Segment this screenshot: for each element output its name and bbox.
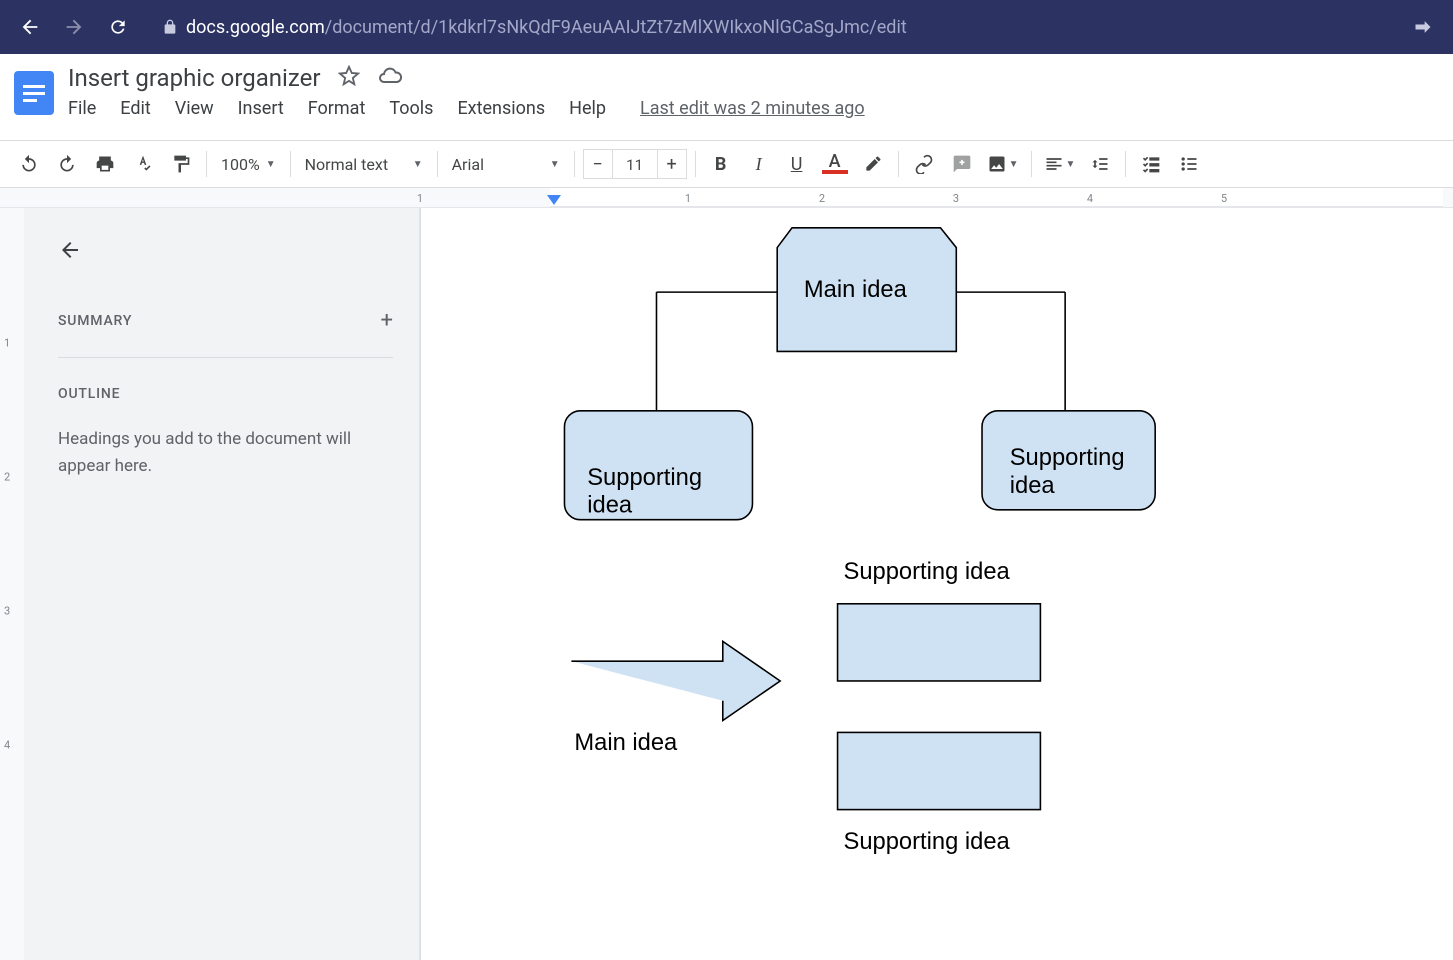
align-button[interactable]: ▼ (1040, 147, 1080, 181)
paint-format-button[interactable] (164, 147, 198, 181)
browser-back-button[interactable] (12, 9, 48, 45)
text-color-button[interactable]: A (818, 147, 852, 181)
shape-rect-top[interactable] (838, 604, 1041, 681)
bulleted-list-button[interactable] (1172, 147, 1206, 181)
drawing-canvas[interactable]: Main idea Supporting idea Supporting ide… (421, 208, 1453, 960)
zoom-value: 100% (221, 155, 260, 174)
ruler-number: 1 (4, 337, 10, 350)
increase-font-size-button[interactable]: + (657, 149, 687, 179)
outline-sidebar: SUMMARY + OUTLINE Headings you add to th… (24, 208, 420, 960)
font-family-value: Arial (452, 155, 484, 174)
summary-heading: SUMMARY (58, 313, 132, 329)
chevron-down-icon: ▼ (1066, 159, 1076, 170)
menu-tools[interactable]: Tools (389, 98, 433, 119)
paragraph-style-value: Normal text (305, 155, 388, 174)
browser-forward-button[interactable] (56, 9, 92, 45)
shape-text-supporting-left: Supporting (587, 465, 702, 491)
address-bar[interactable]: docs.google.com/document/d/1kdkrl7sNkQdF… (162, 17, 907, 38)
menu-view[interactable]: View (175, 98, 214, 119)
vertical-ruler[interactable]: 1 2 3 4 (0, 208, 24, 960)
menu-insert[interactable]: Insert (238, 98, 284, 119)
browser-reload-button[interactable] (100, 9, 136, 45)
chevron-down-icon: ▼ (1009, 159, 1019, 170)
label-main-idea-2: Main idea (574, 730, 678, 756)
outline-heading: OUTLINE (58, 386, 393, 402)
cloud-saved-icon[interactable] (378, 64, 402, 92)
zoom-dropdown[interactable]: 100% ▼ (215, 155, 282, 174)
spellcheck-button[interactable] (126, 147, 160, 181)
ruler-number: 3 (4, 605, 10, 618)
chevron-down-icon: ▼ (550, 159, 560, 170)
horizontal-ruler[interactable]: 1 1 2 3 4 5 (0, 188, 1453, 208)
url-text: docs.google.com/document/d/1kdkrl7sNkQdF… (186, 17, 907, 38)
indent-marker-icon[interactable] (547, 195, 561, 208)
bold-button[interactable]: B (704, 147, 738, 181)
page-area: Main idea Supporting idea Supporting ide… (420, 208, 1453, 960)
outline-hint-text: Headings you add to the document will ap… (58, 426, 388, 480)
ruler-number: 1 (685, 192, 691, 205)
document-page[interactable]: Main idea Supporting idea Supporting ide… (420, 208, 1453, 960)
ruler-number: 3 (953, 192, 959, 205)
insert-image-button[interactable]: ▼ (983, 147, 1023, 181)
shape-text-supporting-right: Supporting (1010, 445, 1125, 471)
docs-logo[interactable] (12, 64, 56, 122)
ruler-number: 1 (417, 192, 423, 205)
document-title[interactable]: Insert graphic organizer (68, 64, 320, 92)
arrow-shape[interactable] (571, 641, 780, 720)
insert-link-button[interactable] (907, 147, 941, 181)
line-spacing-button[interactable] (1083, 147, 1117, 181)
ruler-number: 5 (1221, 192, 1227, 205)
lock-icon (162, 19, 178, 35)
decrease-font-size-button[interactable]: − (583, 149, 613, 179)
browser-toolbar: docs.google.com/document/d/1kdkrl7sNkQdF… (0, 0, 1453, 54)
ruler-number: 4 (4, 739, 10, 752)
menu-format[interactable]: Format (308, 98, 366, 119)
label-supporting-top: Supporting idea (843, 559, 1010, 585)
italic-button[interactable]: I (742, 147, 776, 181)
formatting-toolbar: 100% ▼ Normal text ▼ Arial ▼ − 11 + B I … (0, 140, 1453, 188)
underline-button[interactable]: U (780, 147, 814, 181)
add-comment-button[interactable] (945, 147, 979, 181)
browser-share-button[interactable] (1405, 9, 1441, 45)
add-summary-button[interactable]: + (381, 308, 393, 333)
shape-text-supporting-right-2: idea (1010, 473, 1056, 499)
shape-rect-bottom[interactable] (838, 732, 1041, 809)
star-icon[interactable] (338, 65, 360, 91)
menu-bar: File Edit View Insert Format Tools Exten… (68, 98, 865, 119)
chevron-down-icon: ▼ (413, 159, 423, 170)
checklist-button[interactable] (1134, 147, 1168, 181)
redo-button[interactable] (50, 147, 84, 181)
font-size-control: − 11 + (583, 149, 687, 179)
label-supporting-bottom: Supporting idea (843, 829, 1010, 855)
docs-header: Insert graphic organizer File Edit View … (0, 54, 1453, 140)
last-edit-label[interactable]: Last edit was 2 minutes ago (640, 98, 865, 119)
ruler-number: 2 (819, 192, 825, 205)
ruler-number: 4 (1087, 192, 1093, 205)
font-family-dropdown[interactable]: Arial ▼ (446, 155, 566, 174)
menu-help[interactable]: Help (569, 98, 606, 119)
workspace: 1 2 3 4 SUMMARY + OUTLINE Headings you a… (0, 208, 1453, 960)
shape-text-main-idea: Main idea (804, 277, 908, 303)
menu-extensions[interactable]: Extensions (457, 98, 545, 119)
shape-text-supporting-left-2: idea (587, 493, 633, 519)
menu-edit[interactable]: Edit (120, 98, 150, 119)
sidebar-back-button[interactable] (58, 238, 393, 268)
print-button[interactable] (88, 147, 122, 181)
highlight-color-button[interactable] (856, 147, 890, 181)
ruler-number: 2 (4, 471, 10, 484)
font-size-value[interactable]: 11 (613, 149, 657, 179)
menu-file[interactable]: File (68, 98, 96, 119)
undo-button[interactable] (12, 147, 46, 181)
paragraph-style-dropdown[interactable]: Normal text ▼ (299, 155, 429, 174)
chevron-down-icon: ▼ (266, 159, 276, 170)
